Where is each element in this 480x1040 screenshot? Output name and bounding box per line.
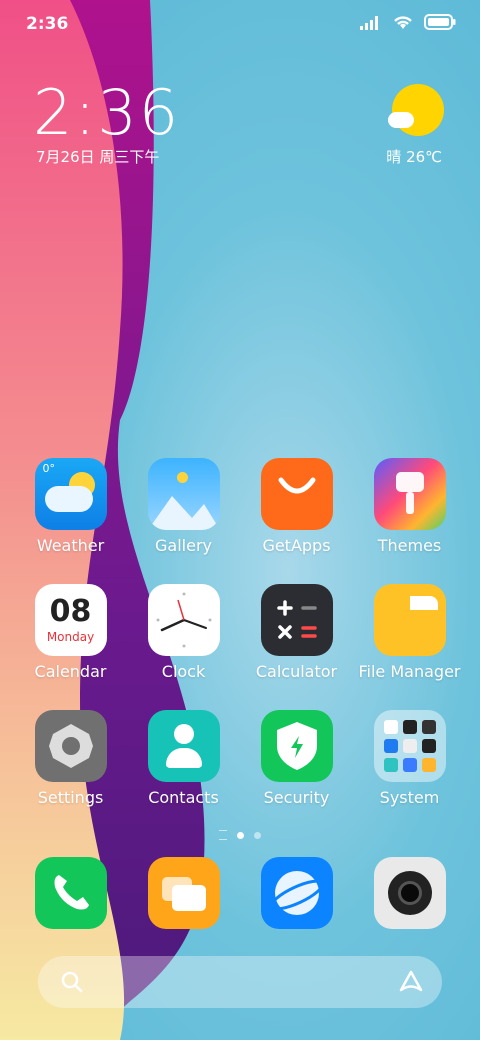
contacts-icon bbox=[147, 710, 220, 782]
battery-icon bbox=[424, 14, 456, 34]
app-label: Settings bbox=[37, 788, 104, 807]
app-label: Security bbox=[263, 788, 330, 807]
getapps-icon bbox=[260, 458, 333, 530]
app-themes[interactable]: Themes bbox=[353, 458, 466, 584]
folder-icon bbox=[373, 584, 446, 656]
search-icon bbox=[60, 970, 84, 998]
app-label: Contacts bbox=[148, 788, 219, 807]
feed-page-icon bbox=[219, 830, 227, 840]
page-dot bbox=[254, 831, 261, 839]
search-bar[interactable] bbox=[38, 956, 442, 1008]
dock-phone[interactable] bbox=[14, 857, 127, 929]
calendar-weekday: Monday bbox=[46, 630, 95, 644]
dock-camera[interactable] bbox=[353, 857, 466, 929]
assistant-icon[interactable] bbox=[398, 969, 424, 999]
app-system-folder[interactable]: System bbox=[353, 710, 466, 836]
weather-sun-icon[interactable] bbox=[392, 84, 444, 136]
app-clock[interactable]: Clock bbox=[127, 584, 240, 710]
status-bar: 2:36 bbox=[0, 0, 480, 50]
weather-temp-badge: 0° bbox=[42, 462, 56, 475]
app-label: File Manager bbox=[358, 662, 461, 681]
lock-clock[interactable]: 2:36 bbox=[33, 76, 180, 149]
app-gallery[interactable]: Gallery bbox=[127, 458, 240, 584]
dock-messaging[interactable] bbox=[127, 857, 240, 929]
calendar-icon: 08 Monday bbox=[34, 584, 107, 656]
browser-icon bbox=[260, 857, 333, 929]
weather-cloud-icon bbox=[388, 112, 414, 128]
weather-app-icon: 0° bbox=[34, 458, 107, 530]
wifi-icon bbox=[392, 14, 414, 34]
settings-icon bbox=[34, 710, 107, 782]
clock-icon bbox=[147, 584, 220, 656]
weather-summary: 晴 26℃ bbox=[386, 148, 442, 166]
app-security[interactable]: Security bbox=[240, 710, 353, 836]
dock-browser[interactable] bbox=[240, 857, 353, 929]
app-label: GetApps bbox=[262, 536, 331, 555]
camera-icon bbox=[373, 857, 446, 929]
app-grid: 0° Weather Gallery GetApps Themes 08 Mon… bbox=[14, 458, 466, 836]
folder-grid-icon bbox=[373, 710, 446, 782]
app-label: System bbox=[379, 788, 440, 807]
app-contacts[interactable]: Contacts bbox=[127, 710, 240, 836]
dock bbox=[14, 857, 466, 929]
themes-icon bbox=[373, 458, 446, 530]
app-label: Weather bbox=[36, 536, 105, 555]
page-dot-active bbox=[237, 831, 244, 839]
app-calculator[interactable]: Calculator bbox=[240, 584, 353, 710]
status-time: 2:36 bbox=[26, 14, 69, 34]
app-getapps[interactable]: GetApps bbox=[240, 458, 353, 584]
calendar-day: 08 bbox=[49, 594, 92, 629]
app-settings[interactable]: Settings bbox=[14, 710, 127, 836]
app-label: Themes bbox=[377, 536, 442, 555]
calculator-icon bbox=[260, 584, 333, 656]
app-label: Clock bbox=[161, 662, 206, 681]
app-label: Calculator bbox=[255, 662, 338, 681]
phone-icon bbox=[34, 857, 107, 929]
app-weather[interactable]: 0° Weather bbox=[14, 458, 127, 584]
lock-date: 7月26日 周三下午 bbox=[36, 148, 160, 166]
gallery-icon bbox=[147, 458, 220, 530]
page-indicator[interactable] bbox=[0, 830, 480, 840]
app-label: Calendar bbox=[34, 662, 107, 681]
security-icon bbox=[260, 710, 333, 782]
app-file-manager[interactable]: File Manager bbox=[353, 584, 466, 710]
messaging-icon bbox=[147, 857, 220, 929]
app-label: Gallery bbox=[155, 536, 212, 555]
signal-icon bbox=[360, 15, 382, 34]
app-calendar[interactable]: 08 Monday Calendar bbox=[14, 584, 127, 710]
